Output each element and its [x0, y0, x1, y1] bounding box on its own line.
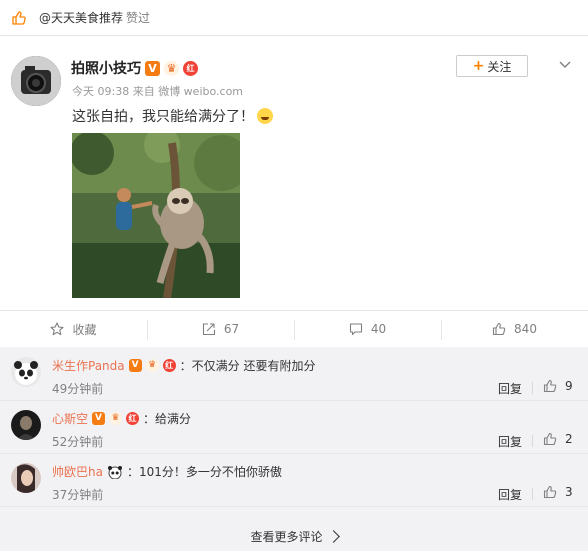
- comment-item: 帅欧巴ha ：101分！多一分不怕你骄傲 37分钟前 回复 3: [0, 453, 588, 507]
- view-more-label: 查看更多评论: [250, 530, 323, 544]
- reply-button[interactable]: 回复: [498, 433, 522, 450]
- liked-by-bar: @天天美食推荐 赞过: [0, 0, 588, 36]
- like-button[interactable]: 840: [441, 311, 588, 347]
- divider: [532, 488, 533, 500]
- comments-section: 米生作Panda V ♛ 红 ：不仅满分 还要有附加分 49分钟前 回复 9 心…: [0, 347, 588, 551]
- post-actions: 收藏 67 40 840: [0, 310, 588, 347]
- author-name[interactable]: 拍照小技巧: [71, 58, 141, 78]
- divider: [532, 382, 533, 394]
- reply-button[interactable]: 回复: [498, 380, 522, 397]
- red-badge: 红: [126, 412, 140, 425]
- author-line: 拍照小技巧 V ♛ 红: [71, 58, 198, 78]
- comment-line: 米生作Panda V ♛ 红 ：不仅满分 还要有附加分: [52, 357, 315, 374]
- commenter-avatar[interactable]: [11, 463, 41, 493]
- comment-user[interactable]: 心斯空: [52, 410, 88, 427]
- liked-by-suffix: 赞过: [126, 11, 151, 25]
- comment-user[interactable]: 帅欧巴ha: [52, 463, 103, 480]
- comment-time: 49分钟前: [52, 382, 104, 396]
- comment-button[interactable]: 40: [294, 311, 441, 347]
- comment-text: ：不仅满分 还要有附加分: [179, 359, 316, 373]
- divider: [532, 435, 533, 447]
- author-avatar[interactable]: [11, 56, 61, 106]
- comment-line: 心斯空 V ♛ 红 ：给满分: [52, 410, 191, 427]
- comment-like-button[interactable]: 3: [543, 485, 573, 499]
- verified-badge: V: [92, 412, 106, 425]
- comment-like-count: 9: [565, 379, 573, 393]
- star-icon: [50, 322, 65, 336]
- thumbs-up-icon: [543, 379, 557, 393]
- favorite-label: 收藏: [72, 322, 97, 337]
- comment-icon: [349, 323, 362, 336]
- verified-badge: V: [145, 60, 160, 76]
- crown-icon: ♛: [145, 359, 159, 372]
- comment-time: 37分钟前: [52, 488, 104, 502]
- favorite-button[interactable]: 收藏: [0, 311, 147, 347]
- reply-button[interactable]: 回复: [498, 486, 522, 503]
- comment-like-count: 2: [565, 432, 573, 446]
- commenter-avatar[interactable]: [11, 357, 41, 387]
- panda-icon: [107, 465, 122, 479]
- comment-like-button[interactable]: 2: [543, 432, 573, 446]
- chevron-right-icon: [326, 530, 340, 543]
- chevron-down-icon[interactable]: [557, 56, 573, 72]
- plus-icon: +: [472, 58, 485, 74]
- comment-line: 帅欧巴ha ：101分！多一分不怕你骄傲: [52, 463, 282, 480]
- post-photo[interactable]: [72, 133, 240, 298]
- comment-like-button[interactable]: 9: [543, 379, 573, 393]
- comment-like-count: 3: [565, 485, 573, 499]
- follow-button[interactable]: + 关注: [456, 55, 528, 77]
- comment-user[interactable]: 米生作Panda: [52, 357, 125, 374]
- verified-badge: V: [128, 359, 142, 372]
- comment-item: 米生作Panda V ♛ 红 ：不仅满分 还要有附加分 49分钟前 回复 9: [0, 347, 588, 401]
- thumbs-up-icon: [12, 10, 26, 25]
- like-count: 840: [514, 322, 537, 336]
- liked-by-user[interactable]: @天天美食推荐: [39, 9, 123, 26]
- crown-icon: ♛: [164, 60, 179, 76]
- comment-text: ：给满分: [143, 412, 192, 426]
- post-meta: 今天 09:38 来自 微博 weibo.com: [72, 85, 244, 98]
- comment-time: 52分钟前: [52, 435, 104, 449]
- red-badge: 红: [162, 359, 176, 372]
- comment-count: 40: [370, 322, 387, 336]
- post-card: 拍照小技巧 V ♛ 红 + 关注 今天 09:38 来自 微博 weibo.co…: [0, 36, 588, 310]
- follow-label: 关注: [487, 59, 512, 74]
- thumbs-up-icon: [492, 322, 506, 336]
- thumbs-up-icon: [543, 485, 557, 499]
- comment-text: ：101分！多一分不怕你骄傲: [126, 465, 282, 479]
- repost-icon: [202, 323, 215, 336]
- thumbs-up-icon: [543, 432, 557, 446]
- comment-item: 心斯空 V ♛ 红 ：给满分 52分钟前 回复 2: [0, 400, 588, 454]
- post-text: 这张自拍，我只能给满分了！: [72, 106, 273, 126]
- repost-count: 67: [223, 322, 240, 336]
- laughing-emoji-icon: [257, 108, 273, 124]
- red-badge: 红: [183, 60, 198, 76]
- commenter-avatar[interactable]: [11, 410, 41, 440]
- repost-button[interactable]: 67: [147, 311, 294, 347]
- view-more-comments-link[interactable]: 查看更多评论: [0, 522, 588, 551]
- crown-icon: ♛: [109, 412, 123, 425]
- post-text-content: 这张自拍，我只能给满分了！: [72, 109, 254, 125]
